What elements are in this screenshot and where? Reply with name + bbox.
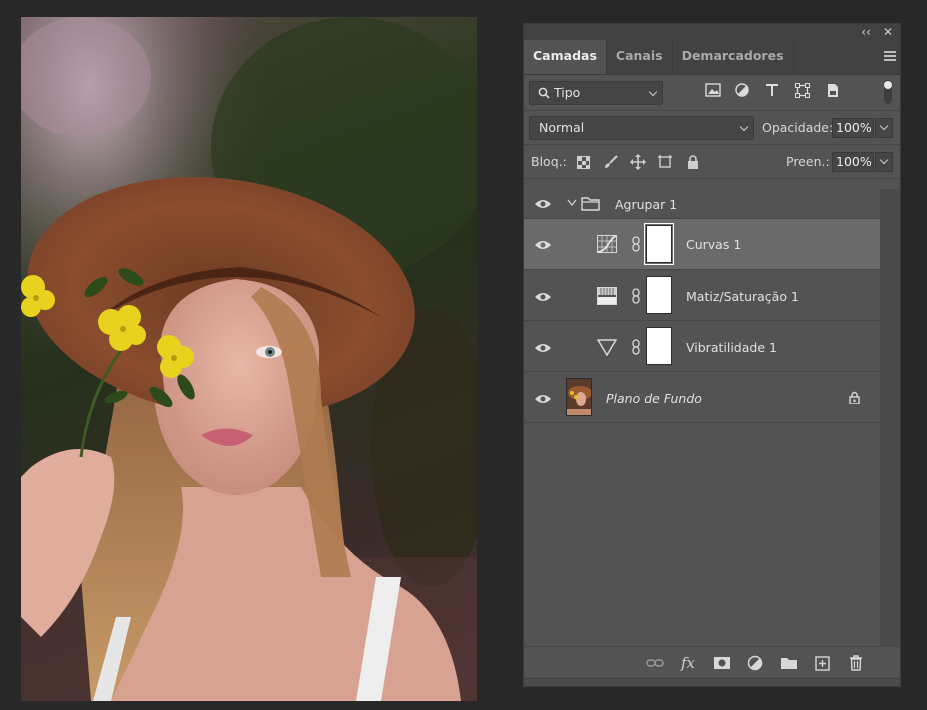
- visibility-eye-icon[interactable]: [534, 198, 552, 210]
- photo-image: [21, 17, 477, 701]
- fill-input[interactable]: 100%: [832, 152, 874, 172]
- adjustment-layer-filter-icon[interactable]: [731, 79, 753, 101]
- search-icon: [538, 87, 550, 99]
- opacity-input[interactable]: 100%: [832, 118, 874, 138]
- curves-icon: [597, 235, 617, 253]
- blend-mode-value: Normal: [539, 120, 585, 135]
- lock-artboard-icon[interactable]: [654, 151, 676, 173]
- type-layer-filter-icon[interactable]: [761, 79, 783, 101]
- layer-row-vibrance[interactable]: Vibratilidade 1: [524, 321, 880, 372]
- fill-label: Preen.:: [786, 154, 830, 169]
- filter-toggle-switch[interactable]: [884, 80, 892, 104]
- layer-mask-thumbnail[interactable]: [646, 327, 672, 365]
- filter-row: Tipo: [524, 75, 900, 111]
- filter-type-label: Tipo: [554, 85, 581, 100]
- lock-image-pixels-icon[interactable]: [600, 151, 622, 173]
- layer-name-curves: Curvas 1: [686, 237, 742, 252]
- visibility-eye-icon[interactable]: [534, 342, 552, 354]
- lock-icon: [849, 391, 860, 404]
- opacity-label: Opacidade:: [762, 120, 834, 135]
- panel-menu-icon[interactable]: [884, 51, 896, 61]
- link-chain-icon[interactable]: [631, 288, 641, 304]
- layers-bottom-toolbar: fx: [524, 646, 900, 678]
- fx-icon[interactable]: fx: [679, 654, 697, 672]
- link-chain-icon[interactable]: [631, 236, 641, 252]
- filter-type-select[interactable]: Tipo: [529, 81, 663, 105]
- layer-image-thumbnail[interactable]: [566, 378, 592, 416]
- visibility-eye-icon[interactable]: [534, 393, 552, 405]
- layers-scrollbar[interactable]: [880, 189, 900, 646]
- tab-canais[interactable]: Canais: [607, 40, 673, 74]
- lock-label: Bloq.:: [531, 154, 567, 169]
- lock-row: Bloq.: Preen.: 100%: [524, 145, 900, 179]
- layer-name-group: Agrupar 1: [615, 197, 678, 212]
- new-group-icon[interactable]: [780, 654, 798, 672]
- layer-mask-thumbnail[interactable]: [646, 276, 672, 314]
- link-layers-icon[interactable]: [646, 654, 664, 672]
- tab-camadas[interactable]: Camadas: [524, 40, 607, 74]
- fx-label: fx: [680, 654, 695, 672]
- lock-transparent-pixels-icon[interactable]: [572, 151, 594, 173]
- visibility-eye-icon[interactable]: [534, 239, 552, 251]
- collapse-panel-icon[interactable]: ‹‹: [858, 24, 874, 41]
- new-layer-icon[interactable]: [813, 654, 831, 672]
- layer-row-background[interactable]: Plano de Fundo: [524, 372, 880, 423]
- close-panel-icon[interactable]: ✕: [880, 24, 896, 41]
- layer-row-group[interactable]: Agrupar 1: [524, 189, 880, 219]
- opacity-dropdown-button[interactable]: [875, 118, 893, 138]
- layer-name-vibrance: Vibratilidade 1: [686, 340, 777, 355]
- hue-saturation-icon: [597, 287, 617, 305]
- folder-icon: [581, 197, 600, 211]
- layers-panel: ‹‹ ✕ Camadas Canais Demarcadores Tipo No…: [523, 23, 901, 687]
- smart-object-filter-icon[interactable]: [822, 79, 844, 101]
- panel-resize-grip[interactable]: [524, 678, 900, 686]
- layer-row-hue-saturation[interactable]: Matiz/Saturação 1: [524, 270, 880, 321]
- chevron-down-icon[interactable]: [567, 199, 577, 207]
- blend-row: Normal Opacidade: 100%: [524, 111, 900, 145]
- lock-all-icon[interactable]: [682, 151, 704, 173]
- fill-dropdown-button[interactable]: [875, 152, 893, 172]
- layer-name-hue-saturation: Matiz/Saturação 1: [686, 289, 799, 304]
- layers-list: Agrupar 1 Curvas 1 Matiz/Saturação 1 Vib…: [524, 189, 880, 646]
- link-chain-icon[interactable]: [631, 339, 641, 355]
- tab-demarcadores[interactable]: Demarcadores: [673, 40, 794, 74]
- lock-position-icon[interactable]: [627, 151, 649, 173]
- layer-row-curves[interactable]: Curvas 1: [524, 219, 880, 270]
- layer-name-background: Plano de Fundo: [606, 391, 702, 406]
- layer-mask-thumbnail[interactable]: [644, 223, 674, 265]
- add-mask-icon[interactable]: [713, 654, 731, 672]
- document-canvas[interactable]: [21, 17, 477, 701]
- panel-title-bar: ‹‹ ✕: [524, 24, 900, 41]
- pixel-layer-filter-icon[interactable]: [702, 79, 724, 101]
- delete-icon[interactable]: [847, 654, 865, 672]
- adjustment-layer-icon[interactable]: [746, 654, 764, 672]
- visibility-eye-icon[interactable]: [534, 291, 552, 303]
- shape-layer-filter-icon[interactable]: [791, 79, 813, 101]
- vibrance-icon: [597, 339, 617, 356]
- panel-tabs: Camadas Canais Demarcadores: [524, 40, 900, 75]
- blend-mode-select[interactable]: Normal: [529, 116, 754, 140]
